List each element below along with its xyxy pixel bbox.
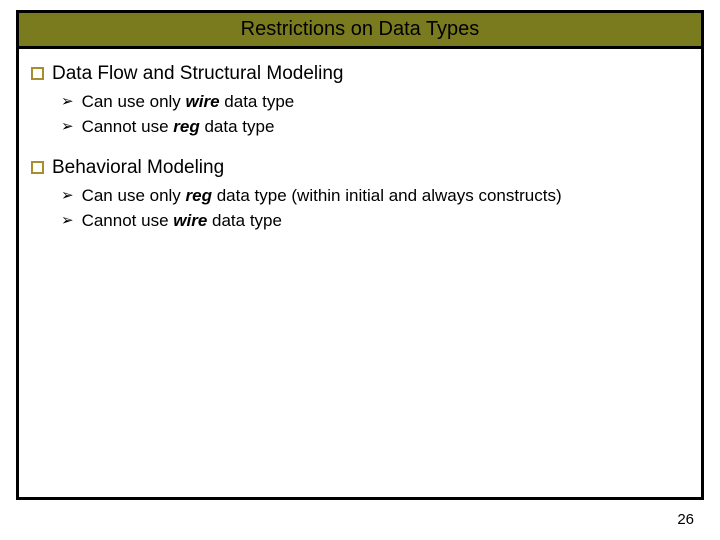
item-text: Cannot use reg data type <box>82 116 275 139</box>
item-pre: Cannot use <box>82 211 174 230</box>
square-bullet-icon <box>31 67 44 80</box>
sub-list: ➢ Can use only reg data type (within ini… <box>31 185 689 233</box>
list-item: ➢ Can use only wire data type <box>61 91 689 114</box>
item-keyword: wire <box>186 92 220 111</box>
item-keyword: reg <box>186 186 212 205</box>
item-keyword: reg <box>173 117 199 136</box>
sub-list: ➢ Can use only wire data type ➢ Cannot u… <box>31 91 689 139</box>
section-2: Behavioral Modeling ➢ Can use only reg d… <box>31 157 689 233</box>
section-head: Data Flow and Structural Modeling <box>31 63 689 85</box>
item-post: data type <box>220 92 295 111</box>
item-keyword: wire <box>173 211 207 230</box>
item-post: data type (within initial and always con… <box>212 186 562 205</box>
item-pre: Can use only <box>82 186 186 205</box>
item-pre: Cannot use <box>82 117 174 136</box>
section-1: Data Flow and Structural Modeling ➢ Can … <box>31 63 689 139</box>
section-head: Behavioral Modeling <box>31 157 689 179</box>
section-title: Behavioral Modeling <box>52 157 224 179</box>
chevron-icon: ➢ <box>61 211 74 231</box>
chevron-icon: ➢ <box>61 117 74 137</box>
slide-title: Restrictions on Data Types <box>241 18 480 41</box>
slide-content: Data Flow and Structural Modeling ➢ Can … <box>19 49 701 233</box>
square-bullet-icon <box>31 161 44 174</box>
item-text: Can use only wire data type <box>82 91 295 114</box>
item-pre: Can use only <box>82 92 186 111</box>
item-post: data type <box>200 117 275 136</box>
page-number: 26 <box>677 511 694 528</box>
item-post: data type <box>207 211 282 230</box>
slide-frame: Restrictions on Data Types Data Flow and… <box>16 10 704 500</box>
list-item: ➢ Can use only reg data type (within ini… <box>61 185 689 208</box>
list-item: ➢ Cannot use wire data type <box>61 210 689 233</box>
title-bar: Restrictions on Data Types <box>19 13 701 49</box>
chevron-icon: ➢ <box>61 92 74 112</box>
section-title: Data Flow and Structural Modeling <box>52 63 343 85</box>
list-item: ➢ Cannot use reg data type <box>61 116 689 139</box>
item-text: Cannot use wire data type <box>82 210 282 233</box>
item-text: Can use only reg data type (within initi… <box>82 185 562 208</box>
chevron-icon: ➢ <box>61 186 74 206</box>
